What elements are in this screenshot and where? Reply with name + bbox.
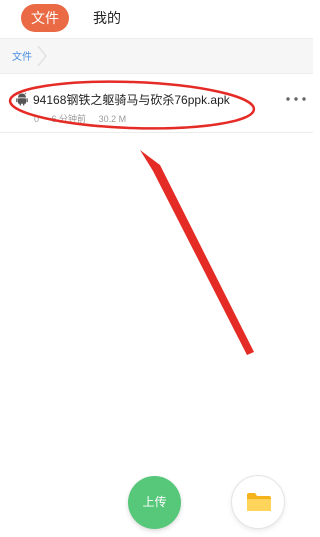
- file-meta: 0 6 分钟前 30.2 M: [34, 112, 136, 125]
- row-divider: [0, 132, 313, 133]
- breadcrumb: 文件: [0, 38, 313, 74]
- new-folder-button[interactable]: [231, 475, 285, 529]
- android-icon: [16, 92, 28, 106]
- chevron-right-icon: [37, 46, 47, 66]
- folder-icon: [247, 493, 271, 511]
- file-time: 6 分钟前: [51, 114, 87, 124]
- tab-files[interactable]: 文件: [21, 4, 69, 32]
- annotation-arrow: [140, 150, 254, 355]
- file-count: 0: [34, 114, 40, 124]
- top-tab-bar: 文件 我的: [0, 0, 313, 36]
- upload-button[interactable]: 上传: [128, 476, 181, 529]
- breadcrumb-item-files[interactable]: 文件: [12, 48, 32, 63]
- file-row[interactable]: 94168钢铁之躯骑马与砍杀76ppk.apk 0 6 分钟前 30.2 M: [0, 82, 313, 132]
- annotation-overlay: [8, 80, 256, 355]
- tab-mine[interactable]: 我的: [86, 4, 128, 32]
- more-options-icon[interactable]: [284, 92, 308, 106]
- file-name: 94168钢铁之躯骑马与砍杀76ppk.apk: [33, 93, 230, 107]
- file-size: 30.2 M: [98, 114, 127, 124]
